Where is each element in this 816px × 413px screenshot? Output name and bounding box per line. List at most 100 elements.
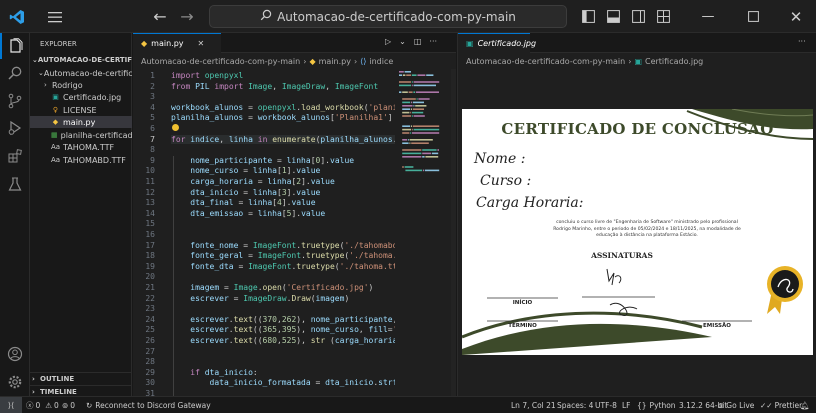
notifications-bell-icon[interactable]: 🔔︎	[800, 397, 810, 413]
toggle-secondary-sidebar-icon[interactable]	[629, 0, 647, 33]
maximize-icon[interactable]	[735, 0, 771, 33]
problems-indicator[interactable]: ⓧ 0 ⚠ 0	[26, 397, 59, 413]
breadcrumb-folder[interactable]: Automacao-de-certificado-com-py-main	[466, 57, 625, 66]
code-line[interactable]: fonte_dta = ImageFont.truetype('./tahoma…	[171, 262, 395, 271]
code-line[interactable]: workbook_alunos = openpyxl.load_workbook…	[171, 103, 395, 112]
folder-root[interactable]: ⌄ Automacao-de-certifica...	[30, 67, 132, 79]
remote-indicator[interactable]: ⟩⟨	[0, 397, 22, 413]
code-line[interactable]: carga_horaria = linha[2].value	[171, 177, 335, 186]
breadcrumb-folder[interactable]: Automacao-de-certificado-com-py-main	[141, 57, 300, 66]
minimap-token	[416, 98, 418, 100]
minimap-token	[402, 166, 404, 168]
more-actions-icon[interactable]: ···	[429, 37, 437, 46]
settings-icon[interactable]	[0, 369, 30, 395]
tree-item-main-py[interactable]: ◆ main.py	[30, 116, 132, 128]
explorer-header: EXPLORER	[40, 40, 77, 48]
breadcrumb-file[interactable]: Certificado.jpg	[645, 57, 703, 66]
minimap-token	[402, 101, 411, 104]
run-icon[interactable]: ▷	[385, 37, 391, 46]
toggle-primary-sidebar-icon[interactable]	[579, 0, 597, 33]
breadcrumb-file[interactable]: main.py	[319, 57, 351, 66]
code-line[interactable]: if dta_inicio:	[171, 368, 257, 377]
code-line[interactable]: dta_emissao = linha[5].value	[171, 209, 325, 218]
minimap-token	[412, 111, 424, 114]
scrollbar[interactable]	[451, 69, 456, 396]
forward-arrow-icon[interactable]: →	[177, 0, 197, 33]
back-arrow-icon[interactable]: ←	[150, 0, 170, 33]
account-icon[interactable]	[0, 341, 30, 367]
code-line[interactable]: fonte_nome = ImageFont.truetype('./tahom…	[171, 241, 395, 250]
tree-item-rodrigo[interactable]: › Rodrigo	[30, 79, 132, 91]
tree-item-certificado[interactable]: ▣ Certificado.jpg	[30, 91, 132, 103]
code-line[interactable]: planilha_alunos = workbook_alunos['Plani…	[171, 113, 393, 122]
customize-layout-icon[interactable]	[654, 0, 672, 33]
code-line[interactable]: nome_participante = linha[0].value	[171, 156, 354, 165]
lightbulb-icon[interactable]	[172, 124, 179, 131]
tree-item-planilha[interactable]: ▦ planilha-certificad...	[30, 129, 132, 141]
indent-guide	[173, 283, 174, 294]
breadcrumb-symbol[interactable]: indice	[369, 57, 393, 66]
minimap-token	[422, 149, 437, 151]
split-editor-icon[interactable]: ◫	[414, 37, 422, 46]
certificate-body-line: educação à distância na plataforma Estác…	[596, 233, 698, 238]
broadcast-icon: ⊚	[62, 400, 69, 410]
source-control-icon[interactable]	[0, 88, 30, 114]
tree-item-license[interactable]: ♀ LICENSE	[30, 104, 132, 116]
indentation[interactable]: Spaces: 4	[557, 397, 593, 413]
code-line[interactable]: imagem = Image.open('Certificado.jpg')	[171, 283, 373, 292]
close-tab-icon[interactable]: ✕	[198, 39, 205, 48]
indent-guide	[173, 293, 174, 305]
chevron-down-icon[interactable]: ⌄	[399, 37, 406, 46]
tab-main-py[interactable]: ◆ main.py ✕	[133, 33, 221, 53]
go-live-button[interactable]: ⊚ Go Live	[718, 397, 754, 413]
more-actions-icon[interactable]: ···	[798, 37, 806, 46]
command-center-search[interactable]: Automacao-de-certificado-com-py-main	[209, 5, 567, 28]
code-line[interactable]: escrever.text((365,395), nome_curso, fil…	[171, 325, 395, 334]
run-debug-icon[interactable]	[0, 115, 30, 141]
line-number: 13	[145, 198, 155, 208]
outline-section[interactable]: › OUTLINE	[30, 372, 132, 384]
ports-indicator[interactable]: ⊚ 0	[62, 397, 75, 413]
tree-item-tahomabd[interactable]: Aa TAHOMABD.TTF	[30, 154, 132, 166]
explorer-sidebar: EXPLORER ⌄ AUTOMACAO-DE-CERTIFICA... ⌄ A…	[30, 33, 132, 396]
minimap[interactable]	[397, 69, 449, 189]
encoding[interactable]: UTF-8	[595, 397, 617, 413]
minimap-token	[412, 101, 424, 104]
code-line[interactable]: nome_curso = linha[1].value	[171, 166, 320, 175]
minimap-token	[425, 156, 439, 158]
minimap-token	[409, 139, 433, 141]
code-line[interactable]: import openpyxl	[171, 71, 243, 80]
code-line[interactable]: dta_final = linha[4].value	[171, 198, 315, 207]
code-line[interactable]: data_inicio_formatada = dta_inicio.strft…	[171, 378, 395, 387]
minimap-token	[412, 125, 440, 127]
minimap-token	[402, 128, 411, 131]
indent-guide	[173, 346, 174, 358]
prettier-status[interactable]: ✓✓ Prettier	[760, 397, 802, 413]
code-line[interactable]: from PIL import Image, ImageDraw, ImageF…	[171, 82, 378, 91]
tab-certificado-jpg[interactable]: ▣ Certificado.jpg	[458, 33, 536, 53]
explorer-icon[interactable]	[0, 33, 30, 59]
code-line[interactable]: for indice, linha in enumerate(planilha_…	[171, 134, 395, 144]
extensions-icon[interactable]	[0, 143, 30, 169]
braces-icon: {}	[637, 400, 647, 410]
line-ending[interactable]: LF	[622, 397, 631, 413]
code-line[interactable]: fonte_geral = ImageFont.truetype('./taho…	[171, 251, 395, 260]
code-line[interactable]: escrever.text((370,262), nome_participan…	[171, 315, 395, 324]
menu-icon[interactable]	[44, 0, 66, 33]
minimize-icon[interactable]: —	[690, 0, 726, 33]
minimap-token	[422, 156, 425, 158]
language-mode[interactable]: {} Python	[637, 397, 676, 413]
code-line[interactable]: dta_inicio = linha[3].value	[171, 188, 320, 197]
toggle-panel-icon[interactable]	[604, 0, 622, 33]
workspace-root[interactable]: ⌄ AUTOMACAO-DE-CERTIFICA...	[30, 54, 132, 66]
discord-status[interactable]: ↻ Reconnect to Discord Gateway	[86, 397, 211, 413]
tree-item-tahoma[interactable]: Aa TAHOMA.TTF	[30, 141, 132, 153]
indent-guide	[173, 314, 174, 326]
code-area[interactable]: 1 import openpyxl 2 from PIL import Image, …	[133, 69, 395, 396]
testing-icon[interactable]	[0, 171, 30, 197]
code-line[interactable]: escrever.text((680,525), str (carga_hora…	[171, 336, 395, 345]
search-icon[interactable]	[0, 60, 30, 86]
cursor-position[interactable]: Ln 7, Col 21	[511, 397, 556, 413]
code-line[interactable]: escrever = ImageDraw.Draw(imagem)	[171, 294, 349, 303]
close-icon[interactable]: ✕	[778, 0, 814, 33]
